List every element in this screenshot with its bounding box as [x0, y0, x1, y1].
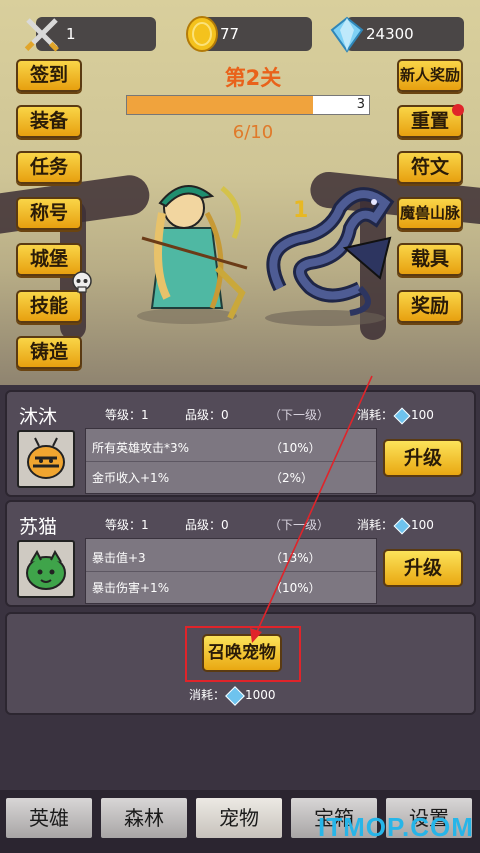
hero-archer	[137, 185, 248, 324]
upgrade-cost: 消耗： 100	[357, 516, 434, 534]
pet-panel-mumu: 沐沐 等级：1 品级：0 （下一级） 消耗： 100 所有英雄攻击*3% （10%…	[5, 390, 476, 497]
next-level-label: （下一级）	[269, 518, 330, 532]
stat-text: 暴击伤害+1%	[92, 581, 170, 595]
stat-text: 所有英雄攻击*3%	[92, 441, 190, 455]
stat-text: 金币收入+1%	[92, 471, 170, 485]
upgrade-button[interactable]: 升级	[383, 439, 463, 477]
pet-name: 沐沐	[19, 406, 58, 428]
menu-sign-in-button[interactable]: 签到	[16, 59, 82, 92]
cost-value: 100	[411, 408, 434, 422]
cost-value: 100	[411, 518, 434, 532]
menu-beast-mountain-button[interactable]: 魔兽山脉	[397, 197, 463, 230]
menu-skills-button[interactable]: 技能	[16, 290, 82, 323]
power-value: 1	[66, 25, 76, 43]
next-level-label: （下一级）	[269, 408, 330, 422]
summon-pet-button[interactable]: 召唤宠物	[202, 634, 282, 672]
menu-newbie-reward-button[interactable]: 新人奖励	[397, 59, 463, 92]
upgrade-button[interactable]: 升级	[383, 549, 463, 587]
diamond-icon	[325, 12, 369, 56]
pet-name: 苏猫	[19, 516, 58, 538]
menu-equipment-button[interactable]: 装备	[16, 105, 82, 138]
stat-percent: （10%）	[270, 581, 321, 595]
tab-pets[interactable]: 宠物	[194, 796, 284, 840]
divider	[86, 461, 376, 462]
pet-level: 等级：1	[105, 518, 149, 532]
pet-grade: 品级：0	[185, 408, 229, 422]
pet-stats-box: 暴击值+3 （13%） 暴击伤害+1% （10%）	[85, 538, 377, 604]
wave-counter: 6/10	[232, 122, 274, 143]
watermark: ITMOP.COM	[318, 812, 474, 842]
notification-dot	[452, 104, 464, 116]
menu-forge-button[interactable]: 铸造	[16, 336, 82, 369]
pet-avatar	[17, 540, 75, 598]
stage-progress-value: 3	[356, 97, 365, 112]
stat-percent: （10%）	[270, 441, 321, 455]
diamond-icon	[225, 685, 245, 706]
battle-scene: 1 77 24300 签到 装备 任务 称号 城堡 技能 铸造 新人奖励 重置	[0, 0, 480, 385]
pet-avatar	[17, 430, 75, 488]
pet-grade: 品级：0	[185, 518, 229, 532]
upgrade-cost: 消耗： 100	[357, 406, 434, 424]
dragon-enemy	[265, 187, 395, 326]
menu-tasks-button[interactable]: 任务	[16, 151, 82, 184]
diamond-icon	[393, 407, 411, 424]
menu-runes-button[interactable]: 符文	[397, 151, 463, 184]
menu-titles-button[interactable]: 称号	[16, 197, 82, 230]
pet-level: 等级：1	[105, 408, 149, 422]
stage-progress-fill	[127, 96, 314, 114]
menu-reward-button[interactable]: 奖励	[397, 290, 463, 323]
stat-percent: （13%）	[270, 551, 321, 565]
cost-label: 消耗：	[357, 408, 394, 422]
gold-coin-icon	[180, 12, 224, 56]
diamond-icon	[393, 517, 411, 534]
stat-percent: （2%）	[270, 471, 314, 485]
cost-label: 消耗：	[189, 688, 226, 702]
skull-icon	[72, 271, 92, 293]
pet-panel-sumao: 苏猫 等级：1 品级：0 （下一级） 消耗： 100 暴击值+3 （13%） 暴击…	[5, 500, 476, 607]
crossed-swords-icon	[20, 12, 64, 56]
menu-vehicle-button[interactable]: 载具	[397, 243, 463, 276]
gem-value: 24300	[366, 25, 414, 43]
summon-cost: 消耗： 1000	[189, 685, 276, 706]
pet-stats-box: 所有英雄攻击*3% （10%） 金币收入+1% （2%）	[85, 428, 377, 494]
summon-panel: 召唤宠物 消耗： 1000	[5, 612, 476, 715]
tab-heroes[interactable]: 英雄	[4, 796, 94, 840]
cost-value: 1000	[245, 688, 276, 702]
divider	[86, 571, 376, 572]
stage-title: 第2关	[224, 66, 282, 90]
tab-forest[interactable]: 森林	[99, 796, 189, 840]
stage-progress-bar: 3	[126, 95, 370, 115]
cost-label: 消耗：	[357, 518, 394, 532]
stat-text: 暴击值+3	[92, 551, 146, 565]
